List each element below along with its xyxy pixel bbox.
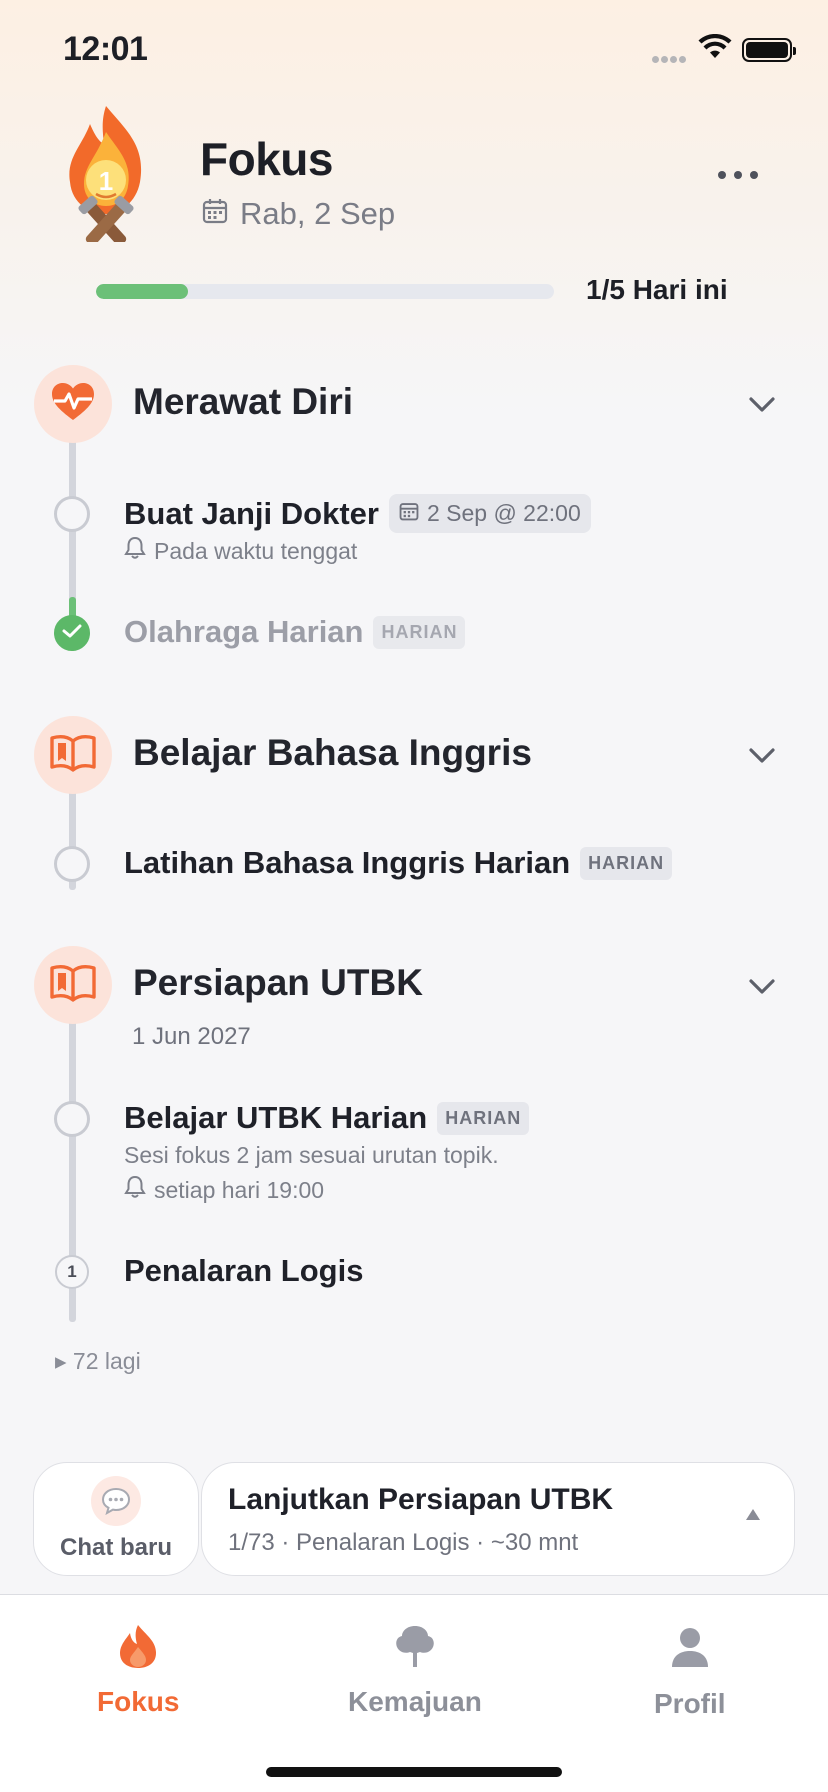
battery-icon bbox=[742, 38, 796, 62]
home-indicator bbox=[266, 1767, 562, 1777]
heart-pulse-icon bbox=[50, 382, 96, 427]
task-item[interactable]: Belajar UTBK Harian HARIAN bbox=[124, 1100, 530, 1136]
group-target-date: 1 Jun 2027 bbox=[132, 1023, 251, 1050]
chevron-down-icon[interactable] bbox=[748, 747, 778, 767]
continue-session-card[interactable]: Lanjutkan Persiapan UTBK 1/73 · Penalara… bbox=[201, 1462, 795, 1576]
group-title[interactable]: Merawat Diri bbox=[133, 381, 353, 423]
check-icon bbox=[62, 623, 82, 644]
tab-label: Kemajuan bbox=[348, 1686, 482, 1717]
progress-label: 1/5 Hari ini bbox=[586, 274, 728, 305]
new-chat-label: Chat baru bbox=[59, 1534, 172, 1561]
due-date-badge: 2 Sep @ 22:00 bbox=[388, 494, 591, 533]
task-reminder: setiap hari 19:00 bbox=[124, 1175, 324, 1205]
expand-up-icon[interactable] bbox=[746, 1509, 760, 1520]
task-description: Sesi fokus 2 jam sesuai urutan topik. bbox=[124, 1142, 499, 1168]
task-title: Belajar UTBK Harian bbox=[124, 1100, 428, 1135]
reminder-text: setiap hari 19:00 bbox=[154, 1176, 325, 1203]
bell-icon bbox=[124, 536, 146, 566]
task-title: Buat Janji Dokter bbox=[124, 495, 379, 531]
show-more-link[interactable]: ▸ 72 lagi bbox=[55, 1348, 141, 1375]
status-time: 12:01 bbox=[63, 30, 148, 68]
chat-bubble-icon bbox=[91, 1476, 141, 1526]
header-date-text: Rab, 2 Sep bbox=[240, 196, 396, 231]
task-item-done[interactable]: Olahraga Harian HARIAN bbox=[124, 614, 466, 650]
tab-label: Fokus bbox=[97, 1686, 180, 1717]
task-checkbox[interactable] bbox=[54, 1101, 90, 1137]
task-title: Penalaran Logis bbox=[124, 1253, 364, 1288]
tab-fokus[interactable]: Fokus bbox=[97, 1623, 179, 1718]
step-number-badge[interactable]: 1 bbox=[55, 1255, 89, 1289]
chevron-down-icon[interactable] bbox=[748, 978, 778, 998]
group-icon-book bbox=[34, 716, 112, 794]
more-options-button[interactable] bbox=[718, 160, 766, 190]
group-title[interactable]: Belajar Bahasa Inggris bbox=[133, 732, 532, 774]
tree-icon bbox=[392, 1623, 438, 1676]
task-item[interactable]: Penalaran Logis bbox=[124, 1253, 363, 1289]
person-icon bbox=[670, 1627, 710, 1676]
task-checkbox[interactable] bbox=[54, 496, 90, 532]
header-date: Rab, 2 Sep bbox=[202, 196, 395, 232]
due-date-text: 2 Sep @ 22:00 bbox=[426, 500, 581, 526]
tab-label: Profil bbox=[654, 1688, 726, 1719]
tab-bar: Fokus Kemajuan Profil bbox=[0, 1594, 828, 1792]
continue-title: Lanjutkan Persiapan UTBK bbox=[228, 1483, 614, 1516]
task-title: Latihan Bahasa Inggris Harian bbox=[124, 845, 571, 880]
cellular-signal-icon bbox=[652, 50, 690, 63]
task-item[interactable]: Buat Janji Dokter 2 Sep @ 22:00 bbox=[124, 494, 591, 533]
task-checkbox-checked[interactable] bbox=[54, 615, 90, 651]
group-title[interactable]: Persiapan UTBK bbox=[133, 962, 423, 1004]
svg-text:1: 1 bbox=[99, 166, 113, 196]
page-title: Fokus bbox=[200, 133, 333, 185]
bell-icon bbox=[124, 1175, 146, 1205]
frequency-badge: HARIAN bbox=[373, 615, 466, 649]
reminder-text: Pada waktu tenggat bbox=[154, 537, 358, 564]
daily-progress-bar bbox=[96, 284, 554, 299]
frequency-badge: HARIAN bbox=[437, 1101, 530, 1135]
group-icon-heart bbox=[34, 365, 112, 443]
task-reminder: Pada waktu tenggat bbox=[124, 536, 357, 566]
progress-fill bbox=[96, 284, 188, 299]
task-item[interactable]: Latihan Bahasa Inggris Harian HARIAN bbox=[124, 845, 673, 881]
frequency-badge: HARIAN bbox=[580, 846, 673, 880]
new-chat-button[interactable]: Chat baru bbox=[33, 1462, 199, 1576]
group-icon-book bbox=[34, 946, 112, 1024]
tab-profil[interactable]: Profil bbox=[654, 1627, 726, 1720]
book-open-icon bbox=[49, 964, 97, 1007]
flame-icon bbox=[116, 1623, 160, 1676]
calendar-icon bbox=[202, 196, 228, 232]
task-title: Olahraga Harian bbox=[124, 614, 364, 649]
calendar-icon bbox=[399, 500, 419, 527]
chevron-down-icon[interactable] bbox=[748, 396, 778, 416]
wifi-icon bbox=[698, 33, 732, 65]
streak-campfire-logo: 1 bbox=[56, 102, 156, 246]
task-checkbox[interactable] bbox=[54, 846, 90, 882]
tab-kemajuan[interactable]: Kemajuan bbox=[348, 1623, 482, 1718]
continue-subtitle: 1/73 · Penalaran Logis · ~30 mnt bbox=[228, 1529, 579, 1556]
book-open-icon bbox=[49, 734, 97, 777]
